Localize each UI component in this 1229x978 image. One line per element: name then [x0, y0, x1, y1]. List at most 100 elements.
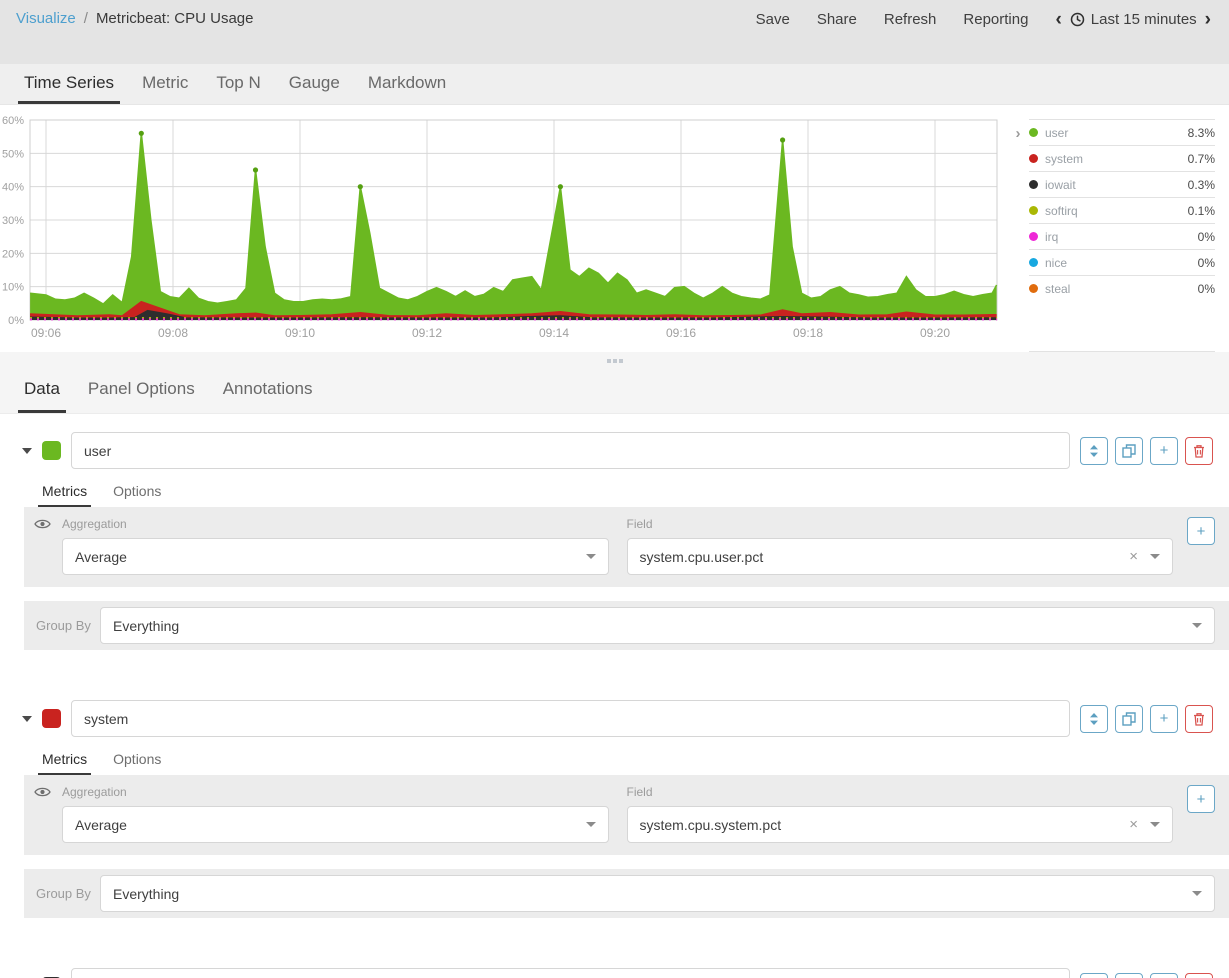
chevron-down-icon [1150, 822, 1160, 827]
series-add-button[interactable]: + [1150, 973, 1178, 978]
legend-item-system[interactable]: system 0.7% [1029, 145, 1215, 171]
group-by-label: Group By [34, 618, 100, 633]
clear-field-icon[interactable]: × [1129, 548, 1138, 565]
series-add-button[interactable]: + [1150, 437, 1178, 465]
legend-item-iowait[interactable]: iowait 0.3% [1029, 171, 1215, 197]
tab-annotations[interactable]: Annotations [209, 370, 327, 413]
subtab-options[interactable]: Options [105, 483, 169, 507]
add-metric-column: + [1173, 785, 1215, 843]
series-color-dot [1029, 258, 1038, 267]
group-by-value: Everything [113, 886, 1192, 902]
series-header: + [0, 432, 1229, 469]
svg-text:09:10: 09:10 [285, 326, 315, 340]
time-picker-button[interactable]: Last 15 minutes [1070, 11, 1197, 28]
series-color-dot [1029, 180, 1038, 189]
field-value: system.cpu.user.pct [640, 549, 1130, 565]
breadcrumb-visualize-link[interactable]: Visualize [16, 10, 76, 27]
legend-item-steal[interactable]: steal 0% [1029, 275, 1215, 301]
add-metric-button[interactable]: + [1187, 785, 1215, 813]
time-back-chevron[interactable]: ‹ [1055, 10, 1061, 29]
tab-gauge[interactable]: Gauge [275, 64, 354, 104]
field-group: Field system.cpu.system.pct × [627, 785, 1174, 843]
legend-label: irq [1045, 230, 1198, 244]
series-add-button[interactable]: + [1150, 705, 1178, 733]
eye-icon[interactable] [34, 518, 51, 530]
subtab-metrics[interactable]: Metrics [34, 751, 95, 775]
aggregation-group: Aggregation Average [62, 785, 609, 843]
series-collapse-caret[interactable] [22, 716, 32, 722]
tab-data[interactable]: Data [10, 370, 74, 413]
field-value: system.cpu.system.pct [640, 817, 1130, 833]
plus-icon: + [1160, 442, 1169, 459]
chart-area[interactable]: 0%10%20%30%40%50%60%09:0609:0809:1009:12… [0, 105, 1007, 352]
panel-resize-handle[interactable] [613, 359, 617, 363]
share-button[interactable]: Share [817, 11, 857, 28]
svg-text:09:08: 09:08 [158, 326, 188, 340]
refresh-button[interactable]: Refresh [884, 11, 937, 28]
legend-label: system [1045, 152, 1188, 166]
eye-column [34, 785, 62, 843]
tab-markdown[interactable]: Markdown [354, 64, 460, 104]
series-sort-button[interactable] [1080, 705, 1108, 733]
legend-collapse-chevron[interactable]: › [1007, 119, 1029, 352]
add-metric-column: + [1173, 517, 1215, 575]
tab-panel-options[interactable]: Panel Options [74, 370, 209, 413]
series-sort-button[interactable] [1080, 973, 1108, 978]
series-color-dot [1029, 128, 1038, 137]
svg-text:09:14: 09:14 [539, 326, 569, 340]
series-label-input[interactable] [71, 968, 1070, 978]
aggregation-select[interactable]: Average [62, 806, 609, 843]
trash-icon [1193, 712, 1205, 726]
series-delete-button[interactable] [1185, 973, 1213, 978]
svg-text:50%: 50% [2, 148, 24, 160]
field-combobox[interactable]: system.cpu.system.pct × [627, 806, 1174, 843]
clear-field-icon[interactable]: × [1129, 816, 1138, 833]
legend-label: softirq [1045, 204, 1188, 218]
aggregation-label: Aggregation [62, 517, 609, 531]
tab-metric[interactable]: Metric [128, 64, 202, 104]
group-by-select[interactable]: Everything [100, 875, 1215, 912]
reporting-button[interactable]: Reporting [963, 11, 1028, 28]
series-editor: + Metrics Options [0, 414, 1229, 978]
visualization-type-tabs: Time Series Metric Top N Gauge Markdown [0, 64, 1229, 105]
panel-gap [0, 855, 1229, 869]
series-delete-button[interactable] [1185, 437, 1213, 465]
series-delete-button[interactable] [1185, 705, 1213, 733]
cpu-usage-chart[interactable]: 0%10%20%30%40%50%60%09:0609:0809:1009:12… [0, 108, 1005, 350]
legend-item-softirq[interactable]: softirq 0.1% [1029, 197, 1215, 223]
series-clone-button[interactable] [1115, 973, 1143, 978]
series-color-swatch[interactable] [42, 709, 61, 728]
series-subtabs: Metrics Options [0, 737, 1229, 775]
series-collapse-caret[interactable] [22, 448, 32, 454]
aggregation-select[interactable]: Average [62, 538, 609, 575]
editor-header-strip: Data Panel Options Annotations [0, 352, 1229, 414]
subtab-options[interactable]: Options [105, 751, 169, 775]
svg-text:09:12: 09:12 [412, 326, 442, 340]
chevron-down-icon [1192, 891, 1202, 896]
group-by-select[interactable]: Everything [100, 607, 1215, 644]
series-label-input[interactable] [71, 700, 1070, 737]
legend-item-irq[interactable]: irq 0% [1029, 223, 1215, 249]
series-color-swatch[interactable] [42, 441, 61, 460]
legend-item-nice[interactable]: nice 0% [1029, 249, 1215, 275]
tab-time-series[interactable]: Time Series [10, 64, 128, 104]
eye-icon[interactable] [34, 786, 51, 798]
series-sort-button[interactable] [1080, 437, 1108, 465]
time-forward-chevron[interactable]: › [1205, 10, 1211, 29]
svg-text:09:16: 09:16 [666, 326, 696, 340]
field-combobox[interactable]: system.cpu.user.pct × [627, 538, 1174, 575]
series-header: + [0, 968, 1229, 978]
series-color-dot [1029, 284, 1038, 293]
legend-label: nice [1045, 256, 1198, 270]
panel-gap [0, 587, 1229, 601]
add-metric-button[interactable]: + [1187, 517, 1215, 545]
series-label-input[interactable] [71, 432, 1070, 469]
metric-row: Aggregation Average Field system.cpu.sys… [62, 785, 1173, 843]
legend-item-user[interactable]: user 8.3% [1029, 119, 1215, 145]
series-clone-button[interactable] [1115, 437, 1143, 465]
svg-text:0%: 0% [8, 315, 24, 327]
subtab-metrics[interactable]: Metrics [34, 483, 95, 507]
save-button[interactable]: Save [756, 11, 790, 28]
series-clone-button[interactable] [1115, 705, 1143, 733]
tab-top-n[interactable]: Top N [202, 64, 274, 104]
